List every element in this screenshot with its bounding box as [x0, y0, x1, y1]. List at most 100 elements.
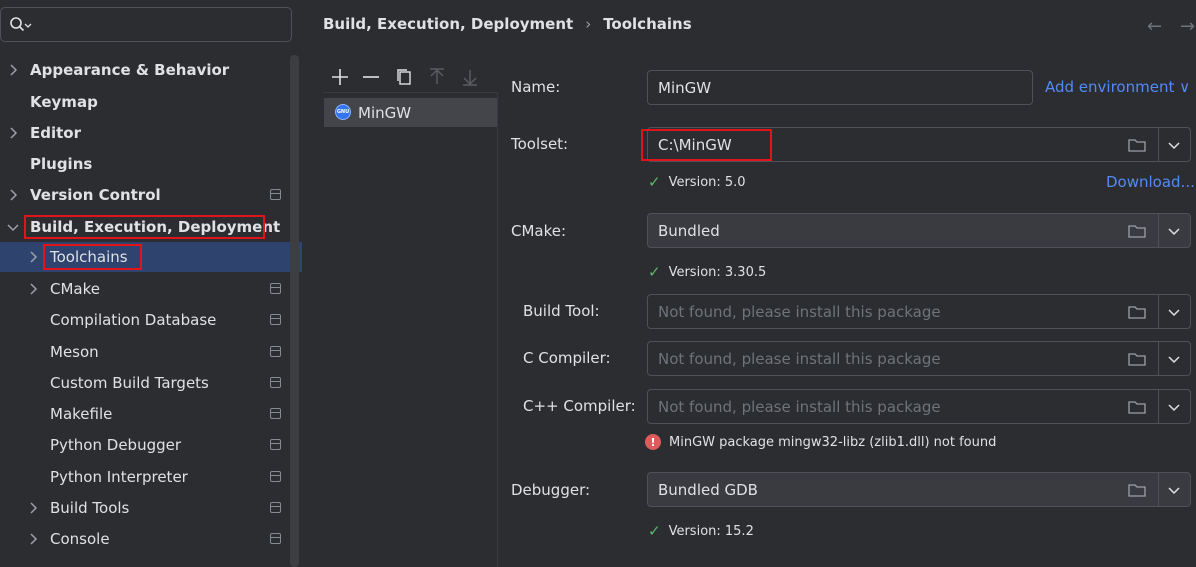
chevron-right-icon[interactable]: [25, 531, 41, 547]
cmake-label: CMake:: [511, 222, 567, 240]
name-label: Name:: [511, 78, 561, 96]
error-icon: !: [645, 434, 661, 450]
add-environment-link[interactable]: Add environment ∨: [1045, 78, 1190, 96]
folder-icon[interactable]: [1128, 138, 1146, 152]
toolchain-list: [323, 92, 498, 567]
toolset-version: Version: 5.0: [668, 174, 746, 190]
sidebar-item-makefile[interactable]: Makefile: [0, 399, 302, 429]
chevron-down-icon[interactable]: [5, 219, 21, 235]
name-value: MinGW: [658, 79, 712, 97]
sidebar-item-label: Custom Build Targets: [50, 374, 209, 392]
sidebar-item-version-control[interactable]: Version Control: [0, 180, 302, 210]
chevron-down-icon[interactable]: [1166, 351, 1182, 367]
sidebar-item-label: Appearance & Behavior: [30, 61, 230, 79]
c-compiler-combo[interactable]: Not found, please install this package: [647, 341, 1191, 376]
cmake-version: Version: 3.30.5: [668, 264, 767, 280]
chevron-right-icon[interactable]: [5, 125, 21, 141]
sidebar-item-plugins[interactable]: Plugins: [0, 149, 302, 179]
sidebar-scrollbar[interactable]: [290, 55, 299, 567]
sidebar-item-compilation-database[interactable]: Compilation Database: [0, 305, 302, 335]
sidebar-item-editor[interactable]: Editor: [0, 118, 302, 148]
chevron-down-icon[interactable]: [1166, 304, 1182, 320]
sidebar-item-cmake[interactable]: CMake: [0, 274, 302, 304]
download-link[interactable]: Download...: [1106, 173, 1195, 191]
chevron-right-icon[interactable]: [5, 187, 21, 203]
chevron-right-icon[interactable]: [25, 281, 41, 297]
project-settings-icon: [270, 471, 281, 482]
toolchain-list-toolbar: [323, 62, 498, 92]
sidebar-item-label: Editor: [30, 124, 81, 142]
cpp-compiler-placeholder: Not found, please install this package: [658, 398, 941, 416]
project-settings-icon: [270, 283, 281, 294]
project-settings-icon: [270, 346, 281, 357]
debugger-label: Debugger:: [511, 481, 591, 499]
sidebar-item-label: Meson: [50, 343, 99, 361]
name-input[interactable]: MinGW: [647, 70, 1033, 105]
add-icon[interactable]: [329, 66, 351, 88]
sidebar-item-console[interactable]: Console: [0, 524, 302, 554]
gnu-icon: GNU: [335, 104, 351, 120]
debugger-value: Bundled GDB: [658, 481, 758, 499]
c-compiler-placeholder: Not found, please install this package: [658, 350, 941, 368]
check-icon: ✓: [648, 522, 661, 540]
folder-icon[interactable]: [1128, 224, 1146, 238]
breadcrumb-parent[interactable]: Build, Execution, Deployment: [323, 15, 573, 33]
folder-icon[interactable]: [1128, 400, 1146, 414]
sidebar-item-label: Compilation Database: [50, 311, 217, 329]
sidebar-item-build-tools[interactable]: Build Tools: [0, 493, 302, 523]
folder-icon[interactable]: [1128, 352, 1146, 366]
sidebar-item-label: Makefile: [50, 405, 113, 423]
sidebar-item-meson[interactable]: Meson: [0, 337, 302, 367]
highlight-box: [24, 215, 265, 239]
toolchain-item-label: MinGW: [358, 104, 412, 122]
folder-icon[interactable]: [1128, 305, 1146, 319]
project-settings-icon: [270, 189, 281, 200]
chevron-right-icon[interactable]: [25, 500, 41, 516]
breadcrumb-current: Toolchains: [603, 15, 692, 33]
cpp-compiler-combo[interactable]: Not found, please install this package: [647, 389, 1191, 424]
back-arrow-icon[interactable]: ←: [1147, 16, 1162, 37]
sidebar-item-custom-build-targets[interactable]: Custom Build Targets: [0, 368, 302, 398]
cmake-value: Bundled: [658, 222, 720, 240]
chevron-down-icon[interactable]: [1166, 482, 1182, 498]
highlight-box: [641, 129, 772, 161]
check-icon: ✓: [648, 263, 661, 281]
breadcrumb: Build, Execution, Deployment › Toolchain…: [323, 13, 692, 35]
remove-icon[interactable]: [360, 66, 382, 88]
check-icon: ✓: [648, 173, 661, 191]
folder-icon[interactable]: [1128, 483, 1146, 497]
cmake-combo[interactable]: Bundled: [647, 213, 1191, 248]
field-divider: [1158, 390, 1159, 423]
cpp-compiler-label: C++ Compiler:: [523, 397, 636, 415]
field-divider: [1158, 295, 1159, 328]
search-input[interactable]: [0, 7, 292, 42]
toolset-label: Toolset:: [511, 135, 569, 153]
sidebar-item-python-interpreter[interactable]: Python Interpreter: [0, 462, 302, 492]
project-settings-icon: [270, 377, 281, 388]
sidebar-item-label: Keymap: [30, 93, 98, 111]
sidebar-item-label: Python Interpreter: [50, 468, 188, 486]
forward-arrow-icon[interactable]: →: [1180, 16, 1195, 37]
build-tool-combo[interactable]: Not found, please install this package: [647, 294, 1191, 329]
project-settings-icon: [270, 533, 281, 544]
sidebar-item-label: CMake: [50, 280, 100, 298]
chevron-right-icon[interactable]: [25, 249, 41, 265]
move-up-icon[interactable]: [426, 66, 448, 88]
settings-sidebar: Appearance & Behavior Keymap Editor Plug…: [0, 0, 302, 567]
debugger-version: Version: 15.2: [668, 523, 754, 539]
chevron-down-icon[interactable]: [1166, 137, 1182, 153]
move-down-icon[interactable]: [459, 66, 481, 88]
sidebar-item-keymap[interactable]: Keymap: [0, 87, 302, 117]
sidebar-item-python-debugger[interactable]: Python Debugger: [0, 430, 302, 460]
error-message: ! MinGW package mingw32-libz (zlib1.dll)…: [645, 434, 996, 450]
copy-icon[interactable]: [393, 66, 415, 88]
chevron-down-icon[interactable]: [1166, 223, 1182, 239]
chevron-down-icon[interactable]: [1166, 399, 1182, 415]
chevron-right-icon[interactable]: [5, 62, 21, 78]
debugger-combo[interactable]: Bundled GDB: [647, 472, 1191, 507]
debugger-status: ✓ Version: 15.2: [648, 522, 754, 540]
project-settings-icon: [270, 439, 281, 450]
toolset-status: ✓ Version: 5.0: [648, 173, 746, 191]
sidebar-item-appearance[interactable]: Appearance & Behavior: [0, 55, 302, 85]
project-settings-icon: [270, 314, 281, 325]
